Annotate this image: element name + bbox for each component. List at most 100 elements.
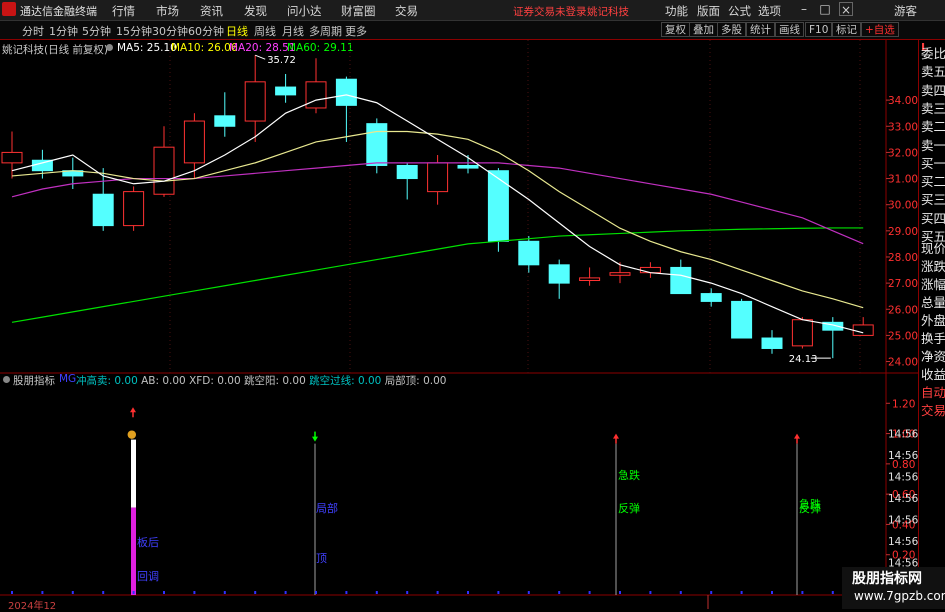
- price-tick-label-10: 34.00: [888, 95, 918, 107]
- up-arrow-2: [613, 433, 619, 439]
- time-tick-0: 14:56: [888, 429, 918, 441]
- menu-bar: 通达信金融终端 行情 市场 资讯 发现 问小达 财富圈 交易 证券交易未登录 姚…: [0, 0, 945, 21]
- panel-field-13: 涨幅: [921, 277, 945, 292]
- menu-gongshi[interactable]: 公式: [728, 3, 751, 19]
- login-notice[interactable]: 证券交易未登录: [513, 4, 587, 19]
- menu-gongneng[interactable]: 功能: [665, 3, 688, 19]
- label-hui-tiao: 回调: [137, 570, 159, 583]
- panel-field-16: 换手: [921, 331, 945, 346]
- menu-hangqing[interactable]: 行情: [112, 3, 135, 19]
- base-marker-0: [11, 591, 13, 594]
- base-marker-5: [163, 591, 165, 594]
- base-marker-25: [771, 591, 773, 594]
- base-marker-15: [467, 591, 469, 594]
- period-multi[interactable]: 多周期: [309, 23, 342, 39]
- time-tick-3: 14:56: [888, 493, 918, 505]
- menu-faxian[interactable]: 发现: [244, 3, 267, 19]
- base-marker-1: [41, 591, 44, 594]
- tool-tongji[interactable]: 统计: [746, 22, 775, 37]
- panel-field-18: 收益: [921, 367, 945, 382]
- indicator-value-3: 跳空阳: 0.00: [244, 375, 310, 387]
- menu-banmian[interactable]: 版面: [697, 3, 720, 19]
- candle-body-9: [275, 86, 297, 96]
- tool-duogu[interactable]: 多股: [717, 22, 746, 37]
- period-more[interactable]: 更多: [345, 23, 367, 39]
- tool-f10[interactable]: F10: [805, 22, 833, 37]
- candle-body-5: [153, 146, 175, 195]
- menu-zixun[interactable]: 资讯: [200, 3, 223, 19]
- indicator-settings-icon[interactable]: [3, 376, 10, 383]
- order-book-panel: L 委比 卖五 卖四 卖三 卖二 卖一 买一 买二 买三 买四 买五 现价 涨跌 涨幅 总量 外盘 换手 净资 收益…: [918, 40, 945, 609]
- price-tick-label-6: 30.00: [888, 200, 918, 212]
- period-5min[interactable]: 5分钟: [82, 23, 111, 39]
- panel-field-20: 交易: [921, 403, 945, 418]
- kline-chart[interactable]: 24.00 25.00 26.00 27.00 28.00 29.00 30.00 31.00…: [0, 40, 918, 609]
- maximize-icon[interactable]: □: [818, 2, 832, 16]
- date-label: 2024年12: [8, 601, 57, 612]
- candle-body-1: [31, 159, 53, 172]
- tool-fuquan[interactable]: 复权: [661, 22, 690, 37]
- period-month[interactable]: 月线: [282, 23, 304, 39]
- panel-field-6: 买一: [921, 155, 945, 171]
- base-marker-24: [740, 591, 743, 594]
- tool-add-watchlist[interactable]: +自选: [861, 22, 899, 37]
- candle-body-22: [670, 266, 692, 295]
- period-week[interactable]: 周线: [254, 23, 276, 39]
- panel-field-8: 买三: [921, 192, 945, 208]
- tool-diejia[interactable]: 叠加: [689, 22, 718, 37]
- signal-bar-white: [131, 439, 136, 508]
- base-marker-11: [345, 591, 348, 594]
- period-fenshi[interactable]: 分时: [22, 23, 44, 39]
- base-marker-26: [801, 591, 804, 594]
- close-icon[interactable]: ×: [839, 2, 853, 17]
- menu-xuanxiang[interactable]: 选项: [758, 3, 781, 19]
- up-arrow-3: [794, 433, 800, 439]
- candle-body-28: [852, 324, 874, 336]
- indicator-value-4: 跳空过线: 0.00: [309, 375, 385, 387]
- base-marker-12: [375, 591, 378, 594]
- indicator-values: 冲高卖: 0.00 AB: 0.00 XFD: 0.00 跳空阳: 0.00 跳…: [76, 373, 446, 388]
- user-label[interactable]: 游客: [894, 3, 917, 19]
- menu-caifuquan[interactable]: 财富圈: [341, 3, 376, 19]
- tool-huaxian[interactable]: 画线: [775, 22, 804, 37]
- base-marker-14: [436, 591, 439, 594]
- candle-body-7: [214, 115, 236, 127]
- base-marker-16: [497, 591, 500, 594]
- panel-field-19: 自动: [921, 385, 945, 400]
- candle-body-17: [518, 240, 540, 266]
- candle-body-3: [92, 193, 114, 227]
- panel-field-11: 现价: [921, 241, 945, 256]
- base-marker-10: [315, 591, 317, 594]
- period-1min[interactable]: 1分钟: [49, 23, 78, 39]
- period-15min[interactable]: 15分钟: [116, 23, 152, 39]
- base-marker-20: [619, 591, 621, 594]
- app-logo-icon: [2, 2, 16, 16]
- panel-field-12: 涨跌: [921, 259, 945, 274]
- time-tick-2: 14:56: [888, 472, 918, 484]
- menu-jiaoyi[interactable]: 交易: [395, 3, 418, 19]
- candle-body-8: [244, 81, 266, 122]
- time-tick-5: 14:56: [888, 536, 918, 548]
- base-marker-8: [254, 591, 257, 594]
- label-fan-tan-2: 反弹: [799, 502, 821, 515]
- tool-biaoji[interactable]: 标记: [832, 22, 861, 37]
- menu-shichang[interactable]: 市场: [156, 3, 179, 19]
- minimize-icon[interactable]: –: [797, 2, 811, 16]
- period-day[interactable]: 日线: [226, 23, 248, 39]
- panel-field-3: 卖三: [921, 100, 945, 116]
- price-tick-label-8: 32.00: [888, 147, 918, 159]
- candle-body-0: [1, 151, 23, 164]
- high-pointer: [255, 54, 266, 60]
- indicator-value-5: 局部顶: 0.00: [384, 375, 447, 387]
- candle-body-6: [183, 120, 205, 164]
- base-marker-13: [406, 591, 409, 594]
- period-60min[interactable]: 60分钟: [188, 23, 224, 39]
- price-tick-label-0: 24.00: [888, 357, 918, 369]
- candle-body-15: [457, 164, 479, 169]
- base-marker-21: [649, 591, 652, 594]
- candle-body-16: [487, 170, 509, 242]
- period-30min[interactable]: 30分钟: [152, 23, 188, 39]
- menu-wenxiaoda[interactable]: 问小达: [287, 3, 322, 19]
- panel-field-4: 卖二: [921, 119, 945, 135]
- base-marker-6: [193, 591, 196, 594]
